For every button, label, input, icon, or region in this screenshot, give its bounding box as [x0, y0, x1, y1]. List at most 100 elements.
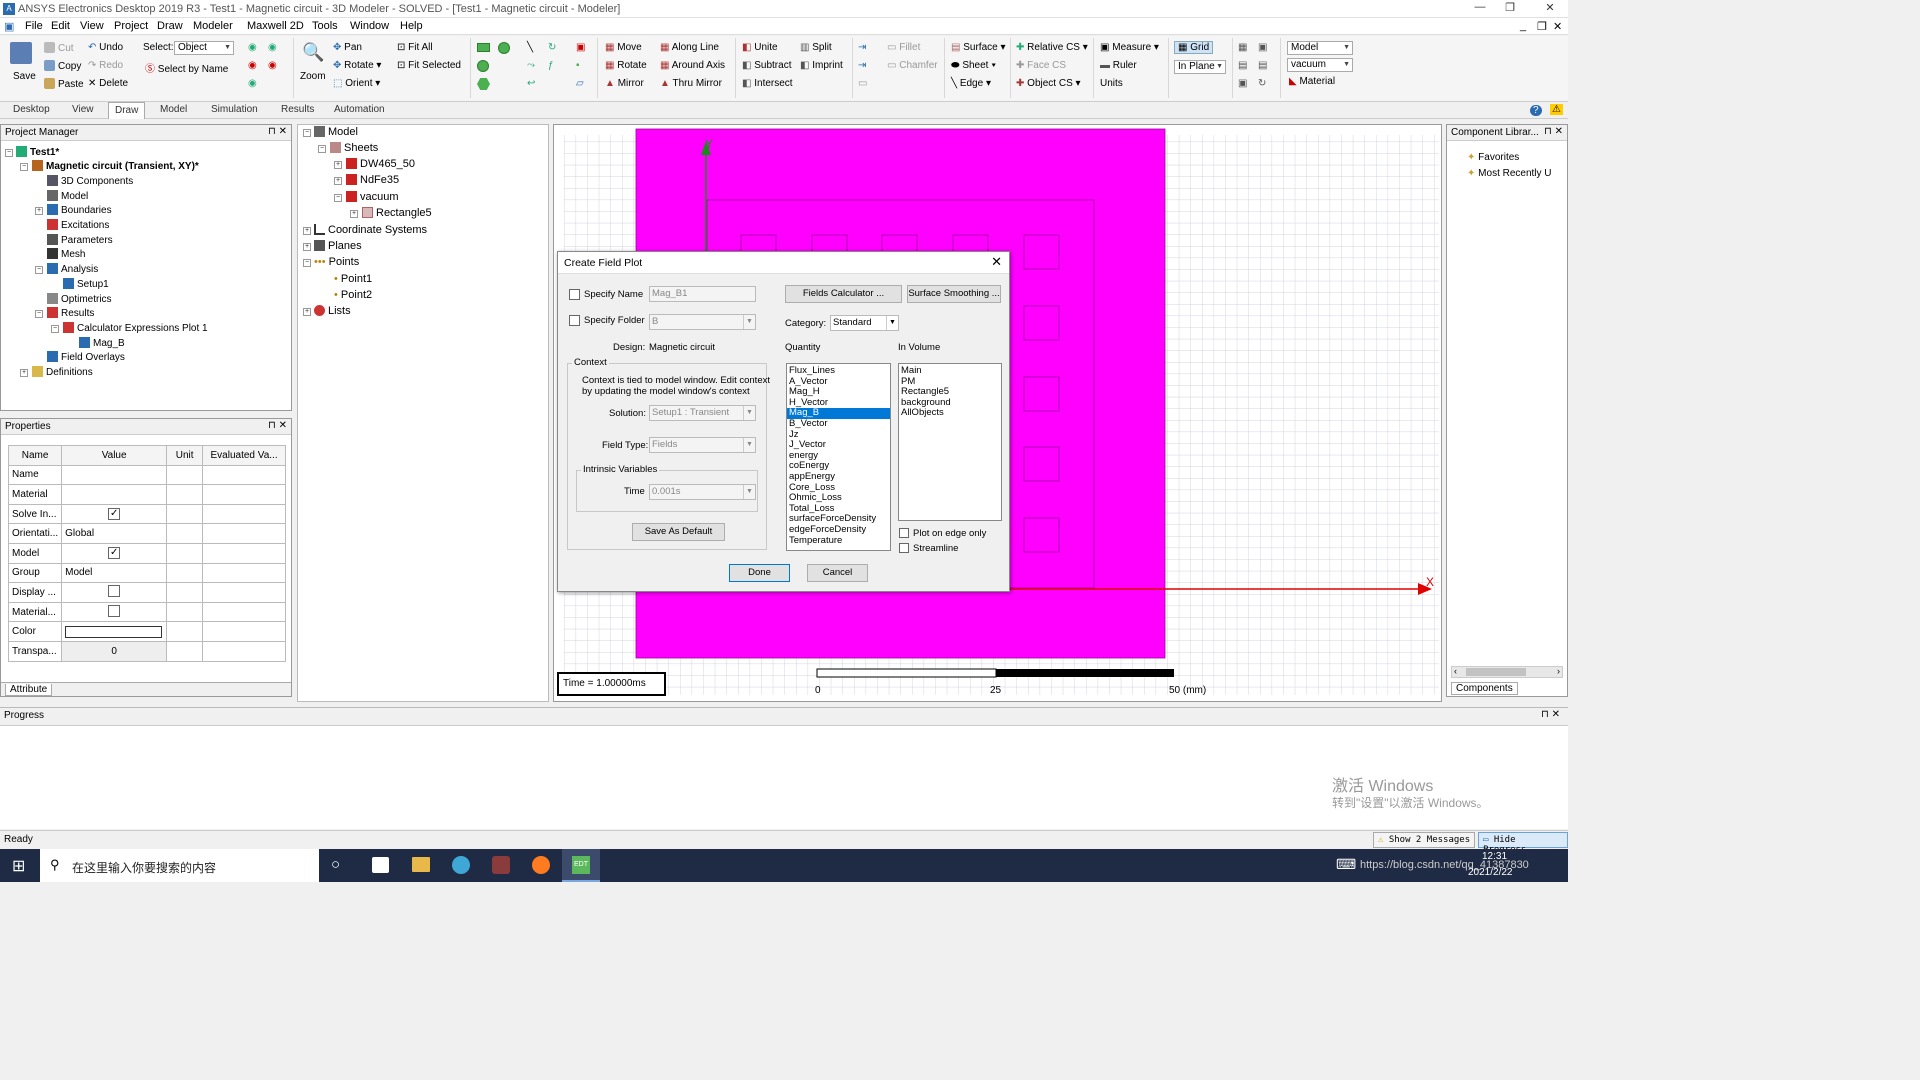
draw-point-icon[interactable]: ▪: [576, 60, 580, 71]
plot-name-input[interactable]: Mag_B1: [649, 286, 756, 302]
expand-toggle[interactable]: +: [350, 210, 358, 218]
tree-project-test1[interactable]: Test1*: [16, 146, 59, 158]
select-by-name-button[interactable]: Ⓢ Select by Name: [145, 60, 228, 75]
mdi-close[interactable]: ✕: [1553, 20, 1562, 33]
panel-pin-close[interactable]: ⊓ ✕: [1541, 709, 1560, 720]
tree-excitations[interactable]: Excitations: [47, 219, 109, 231]
tree-results[interactable]: Results: [47, 307, 94, 319]
move-button[interactable]: ▦ Move: [605, 42, 642, 53]
done-button[interactable]: Done: [729, 564, 790, 582]
specify-name-checkbox[interactable]: [569, 289, 580, 300]
list-item[interactable]: Main: [899, 365, 1001, 377]
undo-button[interactable]: ↶ Undo: [88, 42, 123, 53]
tree-setup1[interactable]: Setup1: [63, 278, 109, 290]
surface-button[interactable]: ▤ Surface ▾: [951, 42, 1006, 53]
tab-desktop[interactable]: Desktop: [8, 104, 55, 115]
help-icon[interactable]: ?: [1530, 105, 1542, 116]
expand-toggle[interactable]: +: [303, 227, 311, 235]
view-eye-icon-2[interactable]: ◉: [268, 42, 277, 53]
draw-polygon-icon[interactable]: [477, 78, 490, 90]
streamline-checkbox[interactable]: [899, 543, 909, 553]
measure-button[interactable]: ▣ Measure ▾: [1100, 42, 1159, 53]
taskbar-ansys-active[interactable]: EDT: [562, 849, 600, 882]
tree-optimetrics[interactable]: Optimetrics: [47, 293, 112, 305]
tree-points[interactable]: ••• Points: [314, 256, 359, 268]
list-item[interactable]: B_Vector: [787, 418, 890, 430]
app-icon-red[interactable]: [492, 856, 510, 874]
tab-draw[interactable]: Draw: [108, 102, 146, 119]
thru-mirror-button[interactable]: ▲ Thru Mirror: [660, 78, 722, 89]
tree-model-root[interactable]: Model: [314, 126, 358, 138]
expand-toggle[interactable]: −: [303, 129, 311, 137]
close-window-button[interactable]: ✕: [1535, 1, 1565, 17]
expand-toggle[interactable]: +: [303, 243, 311, 251]
split-button[interactable]: ▥ Split: [800, 42, 832, 53]
store-icon[interactable]: [372, 857, 389, 873]
sweep-axis-icon[interactable]: ⇥: [858, 60, 866, 71]
expand-toggle[interactable]: −: [318, 145, 326, 153]
windows-start-icon[interactable]: ⊞: [12, 856, 25, 876]
hide-icon-2[interactable]: ◉: [268, 60, 277, 71]
rotate-object-button[interactable]: ▦ Rotate: [605, 60, 647, 71]
tree-mesh[interactable]: Mesh: [47, 248, 85, 260]
snap-edge-icon[interactable]: ▤: [1238, 60, 1247, 71]
model-checkbox[interactable]: ✓: [108, 547, 121, 560]
tree-3d-components[interactable]: 3D Components: [47, 175, 133, 187]
panel-pin-close[interactable]: ⊓ ✕: [268, 420, 287, 431]
expand-toggle[interactable]: −: [5, 149, 13, 157]
tree-mag-b[interactable]: Mag_B: [79, 337, 125, 349]
tree-sheets[interactable]: Sheets: [330, 142, 378, 154]
chamfer-button[interactable]: ▭ Chamfer: [887, 60, 938, 71]
warning-icon[interactable]: ⚠: [1550, 104, 1563, 115]
draw-plane-icon[interactable]: ⏥: [576, 78, 584, 89]
paste-button[interactable]: Paste: [44, 78, 84, 90]
view-eye-icon[interactable]: ◉: [248, 42, 257, 53]
tab-components[interactable]: Components: [1451, 682, 1518, 695]
recent-item[interactable]: ✦ Most Recently U: [1467, 168, 1552, 179]
tree-material-ndfe35[interactable]: NdFe35: [346, 174, 399, 186]
zoom-icon[interactable]: 🔍: [302, 42, 324, 63]
snap-quadrant-icon[interactable]: ↻: [1258, 78, 1266, 89]
tree-design[interactable]: Magnetic circuit (Transient, XY)*: [32, 160, 199, 172]
dialog-close-icon[interactable]: ✕: [991, 254, 1002, 270]
tab-view[interactable]: View: [67, 104, 99, 115]
expand-toggle[interactable]: +: [20, 369, 28, 377]
horizontal-scrollbar[interactable]: ‹ ›: [1451, 666, 1563, 678]
tab-attribute[interactable]: Attribute: [5, 684, 53, 696]
tab-results[interactable]: Results: [276, 104, 319, 115]
tab-simulation[interactable]: Simulation: [206, 104, 263, 115]
menu-modeler[interactable]: Modeler: [193, 20, 233, 32]
menu-project[interactable]: Project: [114, 20, 148, 32]
minimize-button[interactable]: —: [1465, 1, 1495, 17]
quantity-list[interactable]: Flux_Lines A_Vector Mag_H H_Vector Mag_B…: [786, 363, 891, 551]
panel-pin-close[interactable]: ⊓ ✕: [1544, 126, 1563, 137]
copy-button[interactable]: Copy: [44, 60, 81, 72]
hide-progress-button[interactable]: ▭ Hide Progress: [1478, 832, 1568, 855]
time-select[interactable]: 0.001s ▼: [649, 484, 756, 500]
fields-calculator-button[interactable]: Fields Calculator ...: [785, 285, 902, 303]
mirror-button[interactable]: ▲ Mirror: [605, 78, 644, 89]
draw-line-icon[interactable]: ╲: [527, 42, 533, 53]
expand-toggle[interactable]: −: [20, 163, 28, 171]
prop-value[interactable]: [61, 464, 168, 486]
tree-material-dw465[interactable]: DW465_50: [346, 158, 415, 170]
list-item[interactable]: appEnergy: [787, 471, 890, 483]
task-view-icon[interactable]: ○: [331, 856, 340, 873]
sweep-icon[interactable]: ⇥: [858, 42, 866, 53]
tab-automation[interactable]: Automation: [329, 104, 390, 115]
panel-pin-close[interactable]: ⊓ ✕: [268, 126, 287, 137]
fillet-button[interactable]: ▭ Fillet: [887, 42, 920, 53]
snap-center-icon[interactable]: ▣: [1238, 78, 1247, 89]
sheet-button[interactable]: ⬬ Sheet ▾: [951, 60, 996, 71]
input-method-icon[interactable]: ⌨: [1336, 856, 1356, 873]
material-combo[interactable]: vacuum ▼: [1287, 58, 1353, 72]
menu-maxwell-2d[interactable]: Maxwell 2D: [247, 20, 304, 32]
taskbar-search-box[interactable]: ⚲ 在这里输入你要搜索的内容: [40, 849, 319, 882]
menu-view[interactable]: View: [80, 20, 104, 32]
draw-arc-center-icon[interactable]: ↩: [527, 78, 535, 89]
snap-face-icon[interactable]: ▤: [1258, 60, 1267, 71]
show-icon[interactable]: ◉: [248, 78, 257, 89]
fit-all-button[interactable]: ⊡ Fit All: [397, 42, 433, 53]
folder-select[interactable]: B ▼: [649, 314, 756, 330]
draw-equation-icon[interactable]: ƒ: [548, 60, 554, 71]
